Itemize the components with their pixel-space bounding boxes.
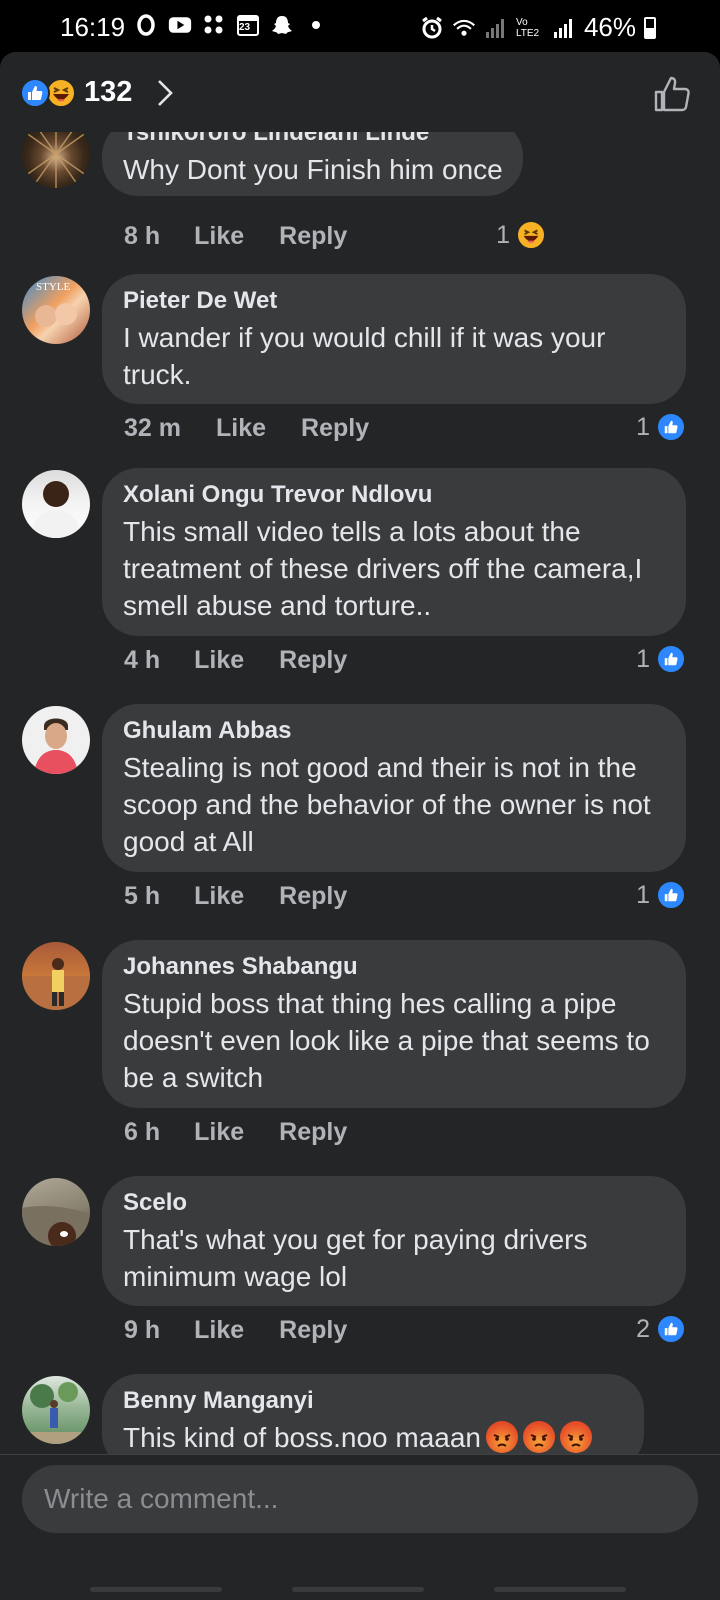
comment-actions: 5 h Like Reply [124,882,347,911]
comment-text: Why Dont you Finish him once [123,154,503,185]
youtube-icon [168,13,192,37]
comment-actions: 6 h Like Reply [124,1118,347,1147]
haha-icon [46,78,76,108]
comment-text: Stupid boss that thing hes calling a pip… [123,988,650,1093]
comment-actions: 32 m Like Reply [124,414,369,443]
comment-input[interactable] [22,1465,698,1533]
comment-bubble[interactable]: Pieter De Wet I wander if you would chil… [102,274,686,404]
like-button[interactable]: Like [194,1118,244,1147]
battery-percent: 46% [583,12,636,42]
comment-time[interactable]: 5 h [124,882,160,911]
comment-text: I wander if you would chill if it was yo… [123,322,606,390]
reactions-header[interactable]: 132 [0,52,720,132]
like-button[interactable]: Like [216,414,266,443]
avatar[interactable] [22,1376,90,1444]
angry-emoji [522,1421,555,1453]
comment-text-content: This kind of boss.noo maaan [123,1422,481,1453]
like-button[interactable]: Like [194,222,244,251]
status-right-icons: Vo LTE2 46% [420,12,656,43]
comment-text: That's what you get for paying drivers m… [123,1224,588,1292]
like-button[interactable]: Like [194,882,244,911]
like-icon [656,880,686,910]
reaction-count: 1 [636,880,650,909]
comment-text: This kind of boss.noo maaan [123,1419,624,1456]
comment-author[interactable]: Ghulam Abbas [123,716,666,746]
comment-reactions[interactable]: 1 [636,412,686,442]
like-icon [656,1314,686,1344]
status-left-icons: 23 [134,13,328,37]
snapchat-icon [270,13,294,37]
comment-author[interactable]: Johannes Shabangu [123,952,666,982]
comment-text: Stealing is not good and their is not in… [123,752,651,857]
comment-actions: 9 h Like Reply [124,1316,347,1345]
reply-button[interactable]: Reply [279,1316,347,1345]
reply-button[interactable]: Reply [301,414,369,443]
comment-composer [0,1454,720,1600]
avatar[interactable] [22,942,90,1010]
grid-icon [202,13,226,37]
dot-icon [304,13,328,37]
comment-time[interactable]: 6 h [124,1118,160,1147]
reply-button[interactable]: Reply [279,882,347,911]
comment-author[interactable]: Xolani Ongu Trevor Ndlovu [123,480,666,510]
comment-actions: 4 h Like Reply [124,646,347,675]
reply-button[interactable]: Reply [279,646,347,675]
calendar-date: 23 [239,22,251,33]
nav-home-button[interactable] [292,1587,424,1592]
avatar[interactable] [22,470,90,538]
oval-notification-icon [134,13,158,37]
like-icon [656,412,686,442]
chevron-right-icon[interactable] [152,76,178,110]
comment-reactions[interactable]: 1 [636,880,686,910]
comment-time[interactable]: 32 m [124,414,181,443]
battery-icon [644,16,656,39]
avatar[interactable] [22,1178,90,1246]
comment-bubble[interactable]: Johannes Shabangu Stupid boss that thing… [102,940,686,1108]
comment-author[interactable]: Benny Manganyi [123,1386,624,1416]
avatar[interactable] [22,706,90,774]
comment-bubble[interactable]: Scelo That's what you get for paying dri… [102,1176,686,1306]
angry-emoji [559,1421,592,1453]
comment-reactions[interactable]: 1 [496,220,546,250]
signal-icon [484,16,508,40]
avatar[interactable]: STYLE [22,276,90,344]
comment-text: This small video tells a lots about the … [123,516,643,621]
comment-author[interactable]: Scelo [123,1188,666,1218]
comment-bubble[interactable]: Ghulam Abbas Stealing is not good and th… [102,704,686,872]
like-icon [656,644,686,674]
comment-time[interactable]: 8 h [124,222,160,251]
system-nav-bar [0,1559,720,1600]
like-button[interactable]: Like [194,646,244,675]
volte-label: Vo LTE2 [515,16,540,39]
reaction-count: 1 [496,220,510,249]
reaction-count: 1 [636,644,650,673]
reply-button[interactable]: Reply [279,222,347,251]
angry-emoji [485,1421,518,1453]
alarm-icon [420,16,444,40]
like-button[interactable]: Like [194,1316,244,1345]
nav-back-button[interactable] [494,1587,626,1592]
comment-author[interactable]: Pieter De Wet [123,286,666,316]
like-post-button[interactable] [652,74,692,114]
svg-text:STYLE: STYLE [36,281,71,293]
reply-button[interactable]: Reply [279,1118,347,1147]
comment-actions: 8 h Like Reply [124,222,347,251]
like-icon [20,78,50,108]
comments-sheet: 132 Tshikororo Lindelani Linde Why Dont … [0,52,720,1600]
comment-reactions[interactable]: 2 [636,1314,686,1344]
signal-icon [552,16,576,40]
haha-icon [516,220,546,250]
comment-time[interactable]: 4 h [124,646,160,675]
reaction-count: 1 [636,412,650,441]
calendar-icon: 23 [236,13,260,37]
wifi-icon [452,16,476,40]
comment-reactions[interactable]: 1 [636,644,686,674]
reaction-count: 2 [636,1314,650,1343]
status-time: 16:19 [60,12,126,42]
reaction-count: 132 [84,76,133,108]
status-bar: 16:19 23 Vo LTE2 46% [0,0,720,52]
comment-bubble[interactable]: Xolani Ongu Trevor Ndlovu This small vid… [102,468,686,636]
comment-time[interactable]: 9 h [124,1316,160,1345]
nav-recent-button[interactable] [90,1587,222,1592]
